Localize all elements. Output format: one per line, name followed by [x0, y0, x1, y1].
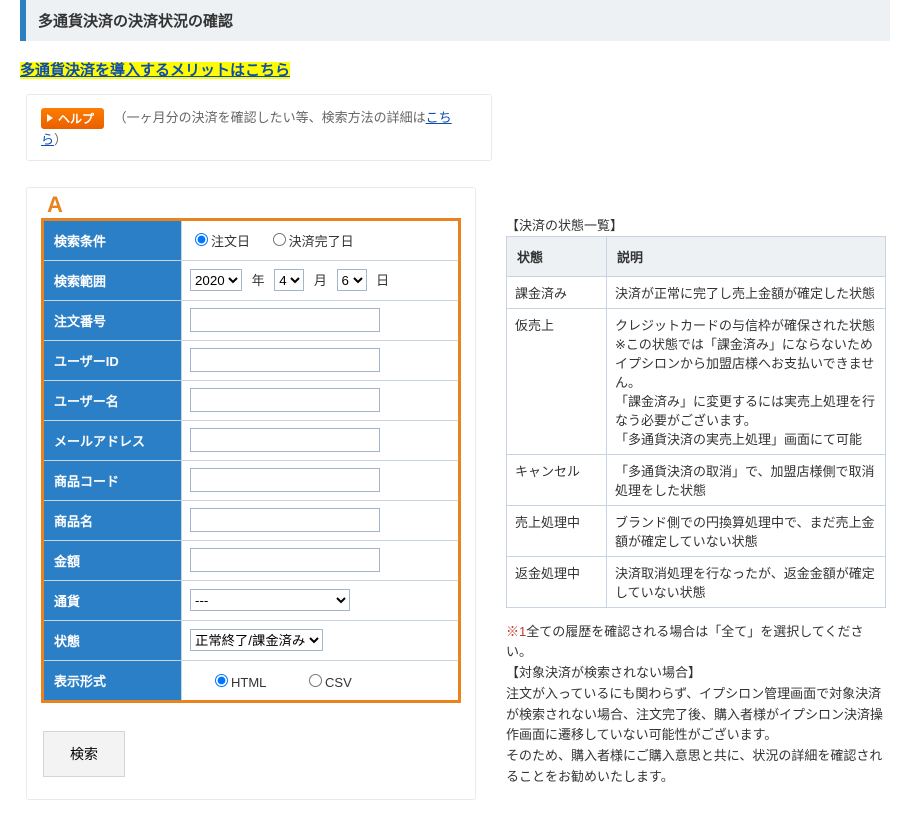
- label-user-name: ユーザー名: [44, 380, 182, 420]
- input-user-name[interactable]: [190, 388, 380, 412]
- status-name: 課金済み: [507, 276, 607, 308]
- row-currency: 通貨 ---: [44, 580, 459, 620]
- select-month[interactable]: 4: [274, 269, 304, 291]
- row-email: メールアドレス: [44, 420, 459, 460]
- status-header-state: 状態: [507, 236, 607, 276]
- status-name: 売上処理中: [507, 505, 607, 556]
- search-form-table: 検索条件 注文日 決済完了日 検索範囲 2020 年 4 月 6 日 注文番号: [43, 220, 459, 701]
- play-icon: [47, 114, 53, 122]
- select-day[interactable]: 6: [337, 269, 367, 291]
- table-row: 返金処理中決済取消処理を行なったが、返金金額が確定していない状態: [507, 556, 886, 607]
- row-amount: 金額: [44, 540, 459, 580]
- label-condition: 検索条件: [44, 220, 182, 260]
- status-name: キャンセル: [507, 454, 607, 505]
- label-user-id: ユーザーID: [44, 340, 182, 380]
- note-line2: 【対象決済が検索されない場合】: [506, 663, 886, 684]
- table-row: 課金済み決済が正常に完了し売上金額が確定した状態: [507, 276, 886, 308]
- status-desc: クレジットカードの与信枠が確保された状態 ※この状態では「課金済み」にならないた…: [607, 308, 886, 454]
- row-user-name: ユーザー名: [44, 380, 459, 420]
- merit-link-wrap: 多通貨決済を導入するメリットはこちら: [20, 59, 900, 80]
- page-title: 多通貨決済の決済状況の確認: [38, 10, 878, 31]
- label-amount: 金額: [44, 540, 182, 580]
- radio-order-date[interactable]: 注文日: [190, 234, 250, 249]
- status-panel: 【決済の状態一覧】 状態 説明 課金済み決済が正常に完了し売上金額が確定した状態…: [506, 187, 886, 788]
- input-order-no[interactable]: [190, 308, 380, 332]
- search-panel: A 検索条件 注文日 決済完了日 検索範囲 2020 年 4 月 6 日: [26, 187, 476, 800]
- input-user-id[interactable]: [190, 348, 380, 372]
- row-format: 表示形式 HTML CSV: [44, 660, 459, 700]
- row-user-id: ユーザーID: [44, 340, 459, 380]
- row-order-no: 注文番号: [44, 300, 459, 340]
- help-box: ヘルプ （一ヶ月分の決済を確認したい等、検索方法の詳細はこちら）: [26, 94, 492, 161]
- select-currency[interactable]: ---: [190, 589, 350, 611]
- label-range: 検索範囲: [44, 260, 182, 300]
- note-line3: 注文が入っているにも関わらず、イプシロン管理画面で対象決済が検索されない場合、注…: [506, 684, 886, 746]
- status-name: 仮売上: [507, 308, 607, 454]
- status-desc: 「多通貨決済の取消」で、加盟店様側で取消処理をした状態: [607, 454, 886, 505]
- radio-format-csv[interactable]: CSV: [304, 675, 352, 690]
- row-condition: 検索条件 注文日 決済完了日: [44, 220, 459, 260]
- status-table: 状態 説明 課金済み決済が正常に完了し売上金額が確定した状態仮売上クレジットカー…: [506, 236, 886, 608]
- status-desc: 決済取消処理を行なったが、返金金額が確定していない状態: [607, 556, 886, 607]
- input-item-name[interactable]: [190, 508, 380, 532]
- search-button[interactable]: 検索: [43, 731, 125, 777]
- select-year[interactable]: 2020: [190, 269, 242, 291]
- merit-link[interactable]: 多通貨決済を導入するメリットはこちら: [20, 62, 290, 79]
- status-table-caption: 【決済の状態一覧】: [506, 215, 886, 234]
- select-status[interactable]: 正常終了/課金済み: [190, 629, 323, 651]
- label-format: 表示形式: [44, 660, 182, 700]
- row-status: 状態 正常終了/課金済み: [44, 620, 459, 660]
- status-name: 返金処理中: [507, 556, 607, 607]
- status-desc: 決済が正常に完了し売上金額が確定した状態: [607, 276, 886, 308]
- status-header-desc: 説明: [607, 236, 886, 276]
- label-item-name: 商品名: [44, 500, 182, 540]
- note-line4: そのため、購入者様にご購入意思と共に、状況の詳細を確認されることをお勧めいたしま…: [506, 746, 886, 788]
- label-order-no: 注文番号: [44, 300, 182, 340]
- table-row: キャンセル「多通貨決済の取消」で、加盟店様側で取消処理をした状態: [507, 454, 886, 505]
- radio-format-html[interactable]: HTML: [210, 675, 266, 690]
- notes-block: ※1全ての履歴を確認される場合は「全て」を選択してください。 【対象決済が検索さ…: [506, 622, 886, 788]
- label-item-code: 商品コード: [44, 460, 182, 500]
- help-button-label: ヘルプ: [58, 110, 94, 127]
- table-row: 売上処理中ブランド側での円換算処理中で、まだ売上金額が確定していない状態: [507, 505, 886, 556]
- input-item-code[interactable]: [190, 468, 380, 492]
- status-desc: ブランド側での円換算処理中で、まだ売上金額が確定していない状態: [607, 505, 886, 556]
- label-status: 状態: [44, 620, 182, 660]
- note-marker: ※1: [506, 624, 526, 639]
- row-range: 検索範囲 2020 年 4 月 6 日: [44, 260, 459, 300]
- row-item-code: 商品コード: [44, 460, 459, 500]
- help-button[interactable]: ヘルプ: [41, 108, 104, 129]
- radio-settle-date[interactable]: 決済完了日: [268, 234, 354, 249]
- input-email[interactable]: [190, 428, 380, 452]
- label-email: メールアドレス: [44, 420, 182, 460]
- label-currency: 通貨: [44, 580, 182, 620]
- page-header: 多通貨決済の決済状況の確認: [20, 0, 890, 41]
- row-item-name: 商品名: [44, 500, 459, 540]
- note-line1: 全ての履歴を確認される場合は「全て」を選択してください。: [506, 624, 863, 660]
- annotation-marker-a: A: [47, 192, 459, 218]
- table-row: 仮売上クレジットカードの与信枠が確保された状態 ※この状態では「課金済み」になら…: [507, 308, 886, 454]
- input-amount[interactable]: [190, 548, 380, 572]
